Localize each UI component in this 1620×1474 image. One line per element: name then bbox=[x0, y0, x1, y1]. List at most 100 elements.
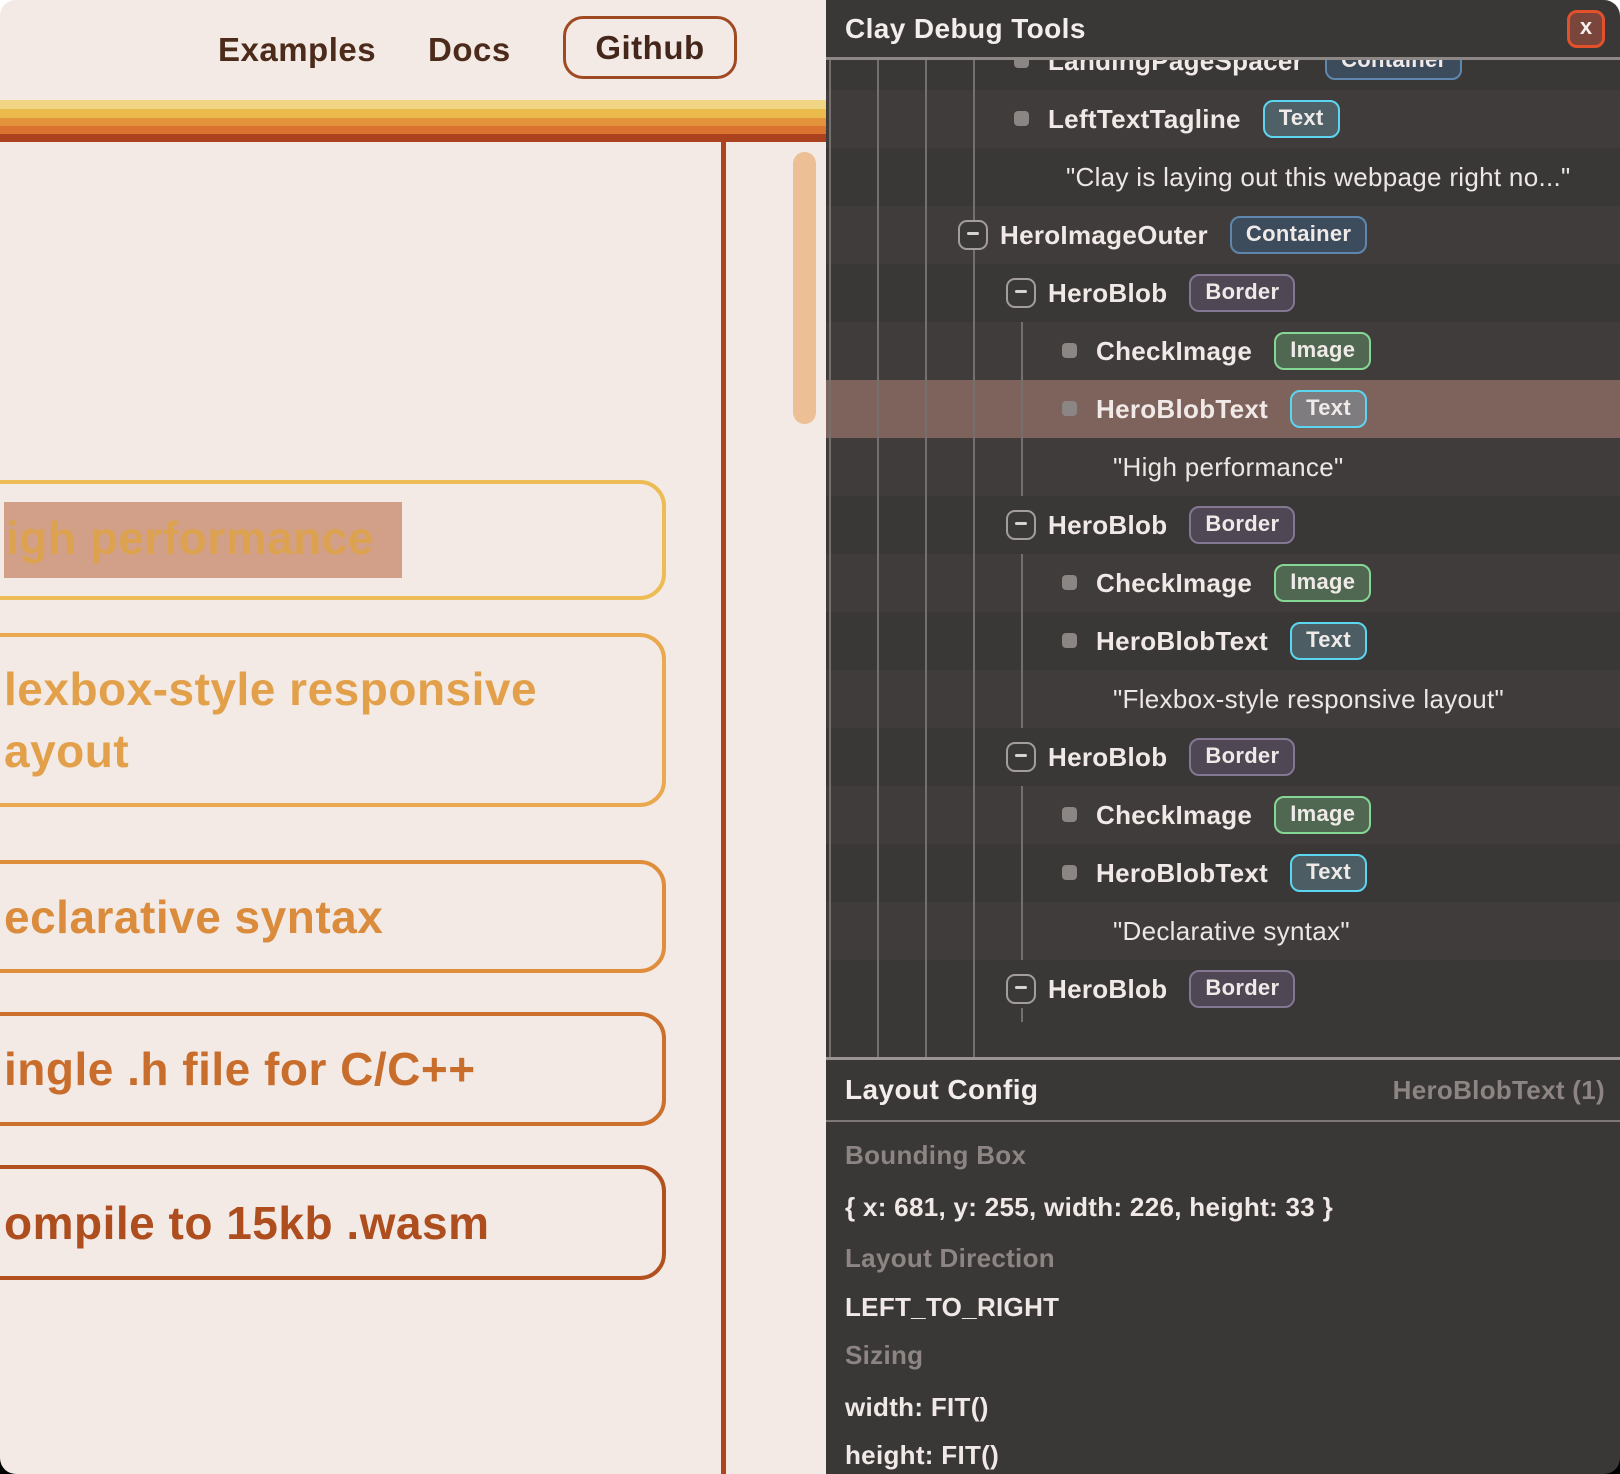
element-type-badge: Border bbox=[1189, 738, 1295, 776]
config-section-label: Sizing bbox=[845, 1335, 923, 1375]
element-type-badge: Border bbox=[1189, 970, 1295, 1008]
tree-element-row[interactable]: CheckImage Image bbox=[826, 322, 1620, 380]
element-name: HeroImageOuter bbox=[1000, 220, 1208, 251]
column-divider-line bbox=[721, 142, 726, 1474]
tree-element-row[interactable]: CheckImage Image bbox=[826, 786, 1620, 844]
github-button[interactable]: Github bbox=[563, 16, 737, 79]
feature-text: eclarative syntax bbox=[4, 886, 662, 948]
selected-element-label: HeroBlobText (1) bbox=[1393, 1075, 1605, 1106]
layout-config-body: Bounding Box { x: 681, y: 255, width: 226… bbox=[845, 1122, 1620, 1474]
feature-text-selected: igh performance bbox=[4, 502, 402, 578]
leaf-bullet-icon bbox=[1062, 865, 1077, 880]
tree-text-preview-row: "Flexbox-style responsive layout" bbox=[826, 670, 1620, 728]
collapse-toggle-icon[interactable] bbox=[1006, 278, 1036, 308]
element-type-badge: Image bbox=[1274, 332, 1371, 370]
hero-content-area: igh performance lexbox-style responsiveay… bbox=[0, 142, 826, 1474]
config-section-label: Layout Direction bbox=[845, 1238, 1055, 1278]
config-value: LEFT_TO_RIGHT bbox=[845, 1287, 1059, 1327]
config-value: height: FIT() bbox=[845, 1435, 999, 1474]
tree-guide-line bbox=[877, 60, 879, 1057]
config-value: width: FIT() bbox=[845, 1387, 989, 1427]
element-name: CheckImage bbox=[1096, 336, 1252, 367]
tree-element-row[interactable]: LandingPageSpacer Container bbox=[826, 60, 1620, 90]
tree-guide-line bbox=[1021, 554, 1023, 728]
collapse-toggle-icon[interactable] bbox=[1006, 510, 1036, 540]
text-content-preview: "Flexbox-style responsive layout" bbox=[1113, 684, 1504, 715]
tree-element-row[interactable]: CheckImage Image bbox=[826, 554, 1620, 612]
leaf-bullet-icon bbox=[1062, 633, 1077, 648]
element-name: LandingPageSpacer bbox=[1048, 60, 1303, 77]
element-name: HeroBlobText bbox=[1096, 394, 1268, 425]
feature-text: ingle .h file for C/C++ bbox=[4, 1038, 662, 1100]
tree-guide-line bbox=[829, 60, 831, 1057]
tree-element-row[interactable]: HeroBlobText Text bbox=[826, 380, 1620, 438]
tree-guide-line bbox=[1021, 1008, 1023, 1022]
feature-text: ayout bbox=[4, 720, 662, 782]
layout-config-title: Layout Config bbox=[845, 1074, 1038, 1106]
element-type-badge: Image bbox=[1274, 564, 1371, 602]
feature-text: lexbox-style responsive bbox=[4, 658, 662, 720]
element-name: HeroBlob bbox=[1048, 974, 1167, 1005]
leaf-bullet-icon bbox=[1062, 401, 1077, 416]
element-type-badge: Text bbox=[1263, 100, 1340, 138]
tree-guide-line bbox=[1021, 786, 1023, 960]
tree-element-row[interactable]: HeroBlobBorder bbox=[826, 728, 1620, 786]
leaf-bullet-icon bbox=[1062, 807, 1077, 822]
tree-guide-line bbox=[925, 60, 927, 1057]
element-name: HeroBlobText bbox=[1096, 626, 1268, 657]
feature-box: eclarative syntax bbox=[0, 860, 666, 973]
tree-element-row[interactable]: HeroBlob Border bbox=[826, 960, 1620, 1018]
element-type-badge: Text bbox=[1290, 622, 1367, 660]
config-value: { x: 681, y: 255, width: 226, height: 33… bbox=[845, 1187, 1333, 1227]
feature-box: ingle .h file for C/C++ bbox=[0, 1012, 666, 1126]
tree-element-row[interactable]: HeroImageOuter Container bbox=[826, 206, 1620, 264]
feature-box: ompile to 15kb .wasm bbox=[0, 1165, 666, 1280]
element-type-badge: Text bbox=[1290, 854, 1367, 892]
element-type-badge: Container bbox=[1230, 216, 1367, 254]
leaf-bullet-icon bbox=[1014, 111, 1029, 126]
element-tree: LandingPageSpacer Container LeftTextTaglin… bbox=[826, 60, 1620, 1057]
text-content-preview: "Clay is laying out this webpage right n… bbox=[1066, 162, 1571, 193]
tree-text-preview-row: "Declarative syntax" bbox=[826, 902, 1620, 960]
element-name: CheckImage bbox=[1096, 800, 1252, 831]
leaf-bullet-icon bbox=[1014, 60, 1029, 68]
element-type-badge: Container bbox=[1325, 60, 1462, 80]
element-type-badge: Text bbox=[1290, 390, 1367, 428]
debug-panel-header: Clay Debug Tools x bbox=[826, 0, 1620, 60]
nav-link-docs[interactable]: Docs bbox=[428, 0, 511, 100]
element-type-badge: Border bbox=[1189, 274, 1295, 312]
tree-guide-line bbox=[1021, 322, 1023, 496]
tree-text-preview-row: "Clay is laying out this webpage right n… bbox=[826, 148, 1620, 206]
text-content-preview: "High performance" bbox=[1113, 452, 1344, 483]
tree-element-row[interactable]: HeroBlob Border bbox=[826, 496, 1620, 554]
tree-element-row[interactable]: HeroBlobText Text bbox=[826, 612, 1620, 670]
element-name: CheckImage bbox=[1096, 568, 1252, 599]
tree-text-preview-row: "High performance" bbox=[826, 438, 1620, 496]
top-navbar: Examples Docs Github bbox=[0, 0, 826, 100]
clay-website: Examples Docs Github igh performance lexb… bbox=[0, 0, 826, 1474]
close-button[interactable]: x bbox=[1567, 10, 1605, 48]
tree-element-row[interactable]: HeroBlobText Text bbox=[826, 844, 1620, 902]
clay-debug-panel: Clay Debug Tools x LandingPageSpacer Cont… bbox=[826, 0, 1620, 1474]
text-content-preview: "Declarative syntax" bbox=[1113, 916, 1350, 947]
feature-box: igh performance bbox=[0, 480, 666, 600]
element-name: LeftTextTagline bbox=[1048, 104, 1241, 135]
leaf-bullet-icon bbox=[1062, 575, 1077, 590]
app-window: Examples Docs Github igh performance lexb… bbox=[0, 0, 1620, 1474]
nav-link-examples[interactable]: Examples bbox=[218, 0, 376, 100]
element-name: HeroBlob bbox=[1048, 510, 1167, 541]
collapse-toggle-icon[interactable] bbox=[1006, 974, 1036, 1004]
tree-guide-line bbox=[973, 60, 975, 1057]
tree-element-row[interactable]: HeroBlob Border bbox=[826, 264, 1620, 322]
element-type-badge: Border bbox=[1189, 506, 1295, 544]
feature-box: lexbox-style responsiveayout bbox=[0, 633, 666, 807]
page-scrollbar-thumb[interactable] bbox=[793, 152, 816, 424]
debug-panel-title: Clay Debug Tools bbox=[845, 0, 1086, 57]
element-type-badge: Image bbox=[1274, 796, 1371, 834]
collapse-toggle-icon[interactable] bbox=[958, 220, 988, 250]
element-name: HeroBlob bbox=[1048, 278, 1167, 309]
collapse-toggle-icon[interactable] bbox=[1006, 742, 1036, 772]
element-name: HeroBlobText bbox=[1096, 858, 1268, 889]
tree-element-row[interactable]: LeftTextTagline Text bbox=[826, 90, 1620, 148]
config-section-label: Bounding Box bbox=[845, 1135, 1026, 1175]
